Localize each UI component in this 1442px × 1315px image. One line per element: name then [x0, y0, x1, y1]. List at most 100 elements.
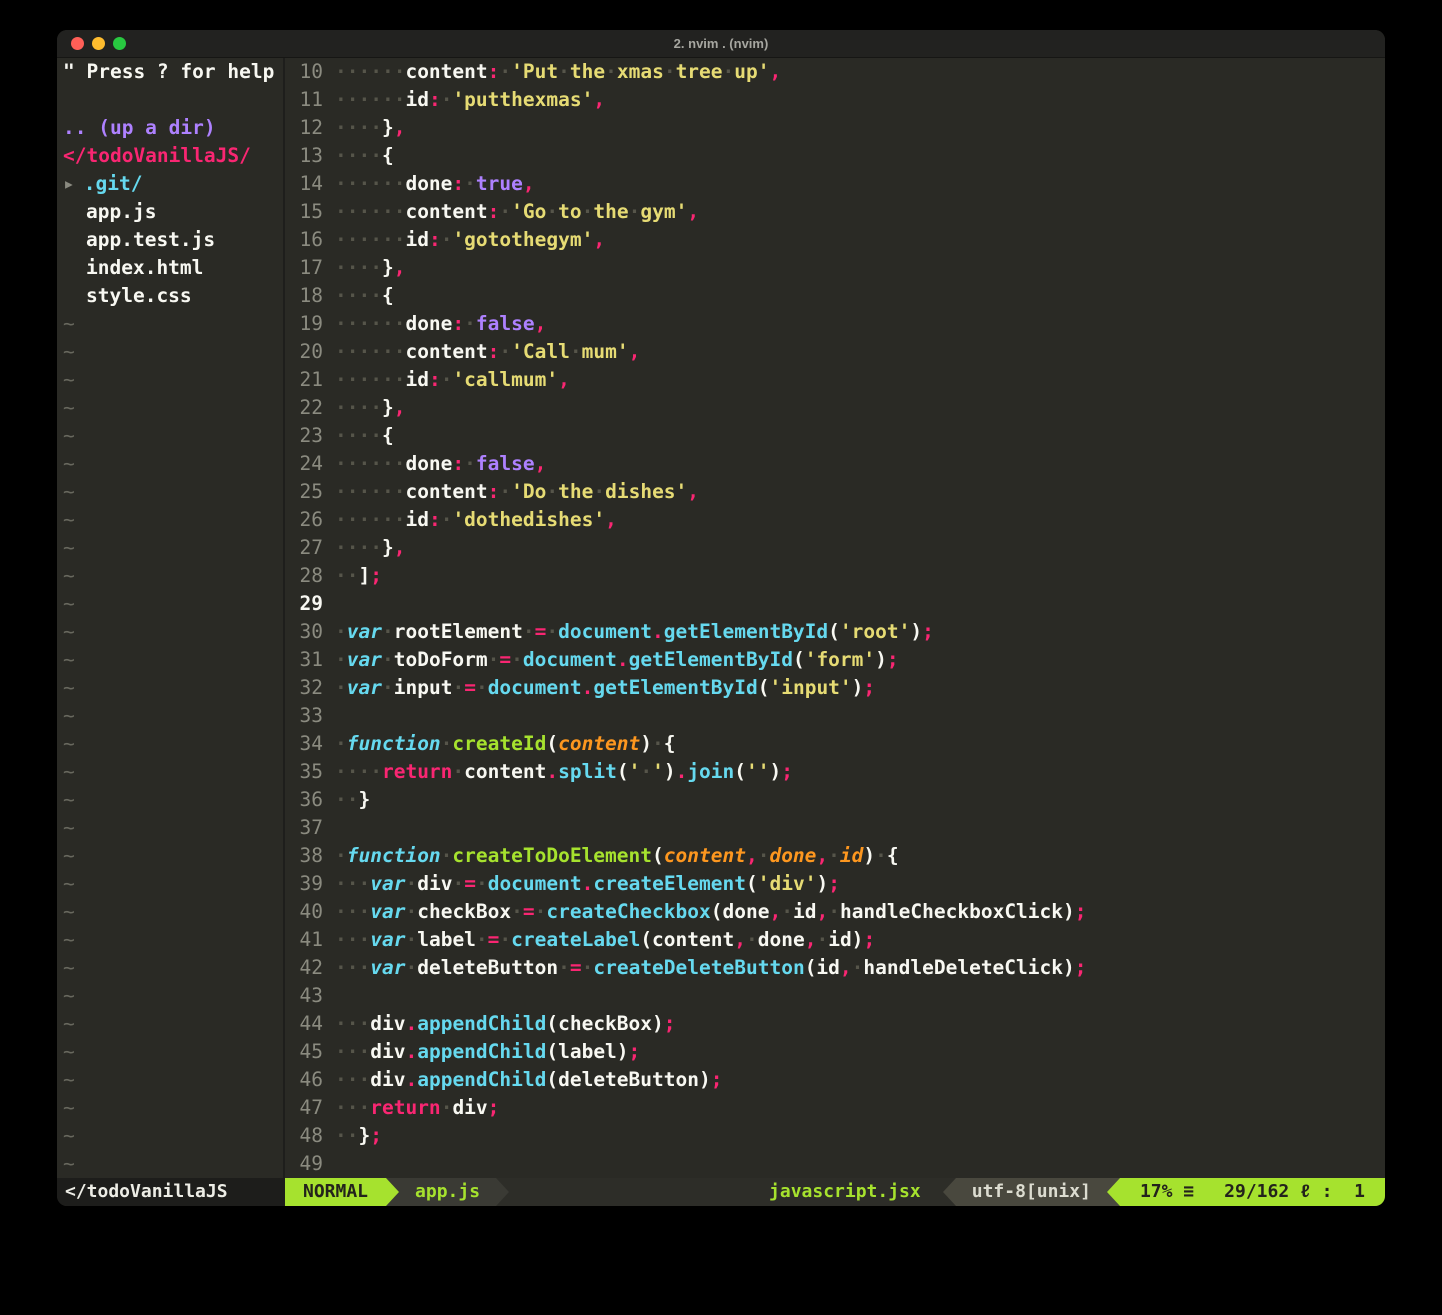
- code-text: ·var·rootElement·=·document.getElementBy…: [335, 618, 934, 646]
- line-number: 46: [285, 1066, 323, 1094]
- line-number: 48: [285, 1122, 323, 1150]
- empty-line-tilde: ~: [57, 898, 283, 926]
- zoom-button[interactable]: [113, 37, 126, 50]
- code-text: ·function·createToDoElement(content,·don…: [335, 842, 899, 870]
- code-line[interactable]: 32·var·input·=·document.getElementById('…: [285, 674, 1385, 702]
- code-text: ··};: [335, 1122, 382, 1150]
- code-line[interactable]: 26······id:·'dothedishes',: [285, 506, 1385, 534]
- explorer-row[interactable]: </todoVanillaJS/: [57, 142, 283, 170]
- code-editor[interactable]: 10······content:·'Put·the·xmas·tree·up',…: [285, 58, 1385, 1178]
- code-line[interactable]: 10······content:·'Put·the·xmas·tree·up',: [285, 58, 1385, 86]
- code-line[interactable]: 23····{: [285, 422, 1385, 450]
- powerline-arrow-icon: [1107, 1178, 1120, 1206]
- code-text: ····},: [335, 394, 405, 422]
- file-explorer[interactable]: " Press ? for help.. (up a dir)</todoVan…: [57, 58, 283, 1178]
- explorer-row[interactable]: .. (up a dir): [57, 114, 283, 142]
- code-line[interactable]: 24······done:·false,: [285, 450, 1385, 478]
- code-line[interactable]: 41···var·label·=·createLabel(content,·do…: [285, 926, 1385, 954]
- explorer-row: [57, 86, 283, 114]
- code-line[interactable]: 47···return·div;: [285, 1094, 1385, 1122]
- code-line[interactable]: 39···var·div·=·document.createElement('d…: [285, 870, 1385, 898]
- code-line[interactable]: 14······done:·true,: [285, 170, 1385, 198]
- code-line[interactable]: 30·var·rootElement·=·document.getElement…: [285, 618, 1385, 646]
- code-text: ······content:·'Call·mum',: [335, 338, 640, 366]
- empty-line-tilde: ~: [57, 618, 283, 646]
- code-line[interactable]: 34·function·createId(content)·{: [285, 730, 1385, 758]
- code-line[interactable]: 35····return·content.split('·').join('')…: [285, 758, 1385, 786]
- terminal-window: 2. nvim . (nvim) " Press ? for help.. (u…: [57, 30, 1385, 1206]
- code-text: ·var·toDoForm·=·document.getElementById(…: [335, 646, 899, 674]
- line-number: 29: [285, 590, 323, 618]
- empty-line-tilde: ~: [57, 1094, 283, 1122]
- empty-line-tilde: ~: [57, 674, 283, 702]
- dir-item[interactable]: ▸.git/: [57, 170, 283, 198]
- powerline-arrow-icon: [943, 1178, 956, 1206]
- code-line[interactable]: 16······id:·'gotothegym',: [285, 226, 1385, 254]
- line-number: 12: [285, 114, 323, 142]
- mode-indicator: NORMAL: [285, 1178, 386, 1206]
- code-text: ······id:·'dothedishes',: [335, 506, 617, 534]
- code-line[interactable]: 15······content:·'Go·to·the·gym',: [285, 198, 1385, 226]
- statusline-middle: javascript.jsx: [509, 1178, 943, 1206]
- code-line[interactable]: 31 ·var·toDoForm·=·document.getElementByI…: [285, 646, 1385, 674]
- line-number: 24: [285, 450, 323, 478]
- code-line[interactable]: 49: [285, 1150, 1385, 1178]
- powerline-arrow-icon: [386, 1178, 399, 1206]
- code-line[interactable]: 27····},: [285, 534, 1385, 562]
- code-line[interactable]: 18····{: [285, 282, 1385, 310]
- code-line[interactable]: 38 ·function·createToDoElement(content,·d…: [285, 842, 1385, 870]
- code-text: ·var·input·=·document.getElementById('in…: [335, 674, 875, 702]
- code-line[interactable]: 12 ····},: [285, 114, 1385, 142]
- code-text: ····return·content.split('·').join('');: [335, 758, 793, 786]
- code-line[interactable]: 48 ··};: [285, 1122, 1385, 1150]
- line-number: 23: [285, 422, 323, 450]
- empty-line-tilde: ~: [57, 534, 283, 562]
- code-line[interactable]: 25······content:·'Do·the·dishes',: [285, 478, 1385, 506]
- status-bar: </todoVanillaJS NORMAL app.js javascript…: [57, 1178, 1385, 1206]
- code-line[interactable]: 33: [285, 702, 1385, 730]
- file-item[interactable]: style.css: [57, 282, 283, 310]
- code-line[interactable]: 17····},: [285, 254, 1385, 282]
- minimize-button[interactable]: [92, 37, 105, 50]
- code-line[interactable]: 29: [285, 590, 1385, 618]
- empty-line-tilde: ~: [57, 366, 283, 394]
- scroll-percent: 17% ≡: [1140, 1178, 1194, 1206]
- code-line[interactable]: 44···div.appendChild(checkBox);: [285, 1010, 1385, 1038]
- code-line[interactable]: 19······done:·false,: [285, 310, 1385, 338]
- code-line[interactable]: 37: [285, 814, 1385, 842]
- code-line[interactable]: 45···div.appendChild(label);: [285, 1038, 1385, 1066]
- code-line[interactable]: 36··}: [285, 786, 1385, 814]
- line-number: 31: [285, 646, 323, 674]
- code-text: ······id:·'gotothegym',: [335, 226, 605, 254]
- code-text: ······id:·'putthexmas',: [335, 86, 605, 114]
- code-text: ···var·div·=·document.createElement('div…: [335, 870, 840, 898]
- code-line[interactable]: 20······content:·'Call·mum',: [285, 338, 1385, 366]
- code-text: ···var·deleteButton·=·createDeleteButton…: [335, 954, 1087, 982]
- code-line[interactable]: 28 ··];: [285, 562, 1385, 590]
- line-number: 22: [285, 394, 323, 422]
- code-line[interactable]: 11······id:·'putthexmas',: [285, 86, 1385, 114]
- code-line[interactable]: 40···var·checkBox·=·createCheckbox(done,…: [285, 898, 1385, 926]
- file-item[interactable]: app.test.js: [57, 226, 283, 254]
- code-line[interactable]: 13····{: [285, 142, 1385, 170]
- code-line[interactable]: 42···var·deleteButton·=·createDeleteButt…: [285, 954, 1385, 982]
- code-line[interactable]: 22 ····},: [285, 394, 1385, 422]
- line-number: 17: [285, 254, 323, 282]
- code-line[interactable]: 43: [285, 982, 1385, 1010]
- line-number: 43: [285, 982, 323, 1010]
- line-number: 13: [285, 142, 323, 170]
- expand-arrow-icon[interactable]: ▸: [63, 172, 75, 195]
- line-number: 21: [285, 366, 323, 394]
- code-line[interactable]: 46···div.appendChild(deleteButton);: [285, 1066, 1385, 1094]
- file-item[interactable]: app.js: [57, 198, 283, 226]
- line-number: 14: [285, 170, 323, 198]
- file-item[interactable]: index.html: [57, 254, 283, 282]
- code-text: ····},: [335, 114, 405, 142]
- line-number: 28: [285, 562, 323, 590]
- code-text: ··];: [335, 562, 382, 590]
- code-line[interactable]: 21······id:·'callmum',: [285, 366, 1385, 394]
- line-number: 34: [285, 730, 323, 758]
- close-button[interactable]: [71, 37, 84, 50]
- line-number: 44: [285, 1010, 323, 1038]
- line-number: 38: [285, 842, 323, 870]
